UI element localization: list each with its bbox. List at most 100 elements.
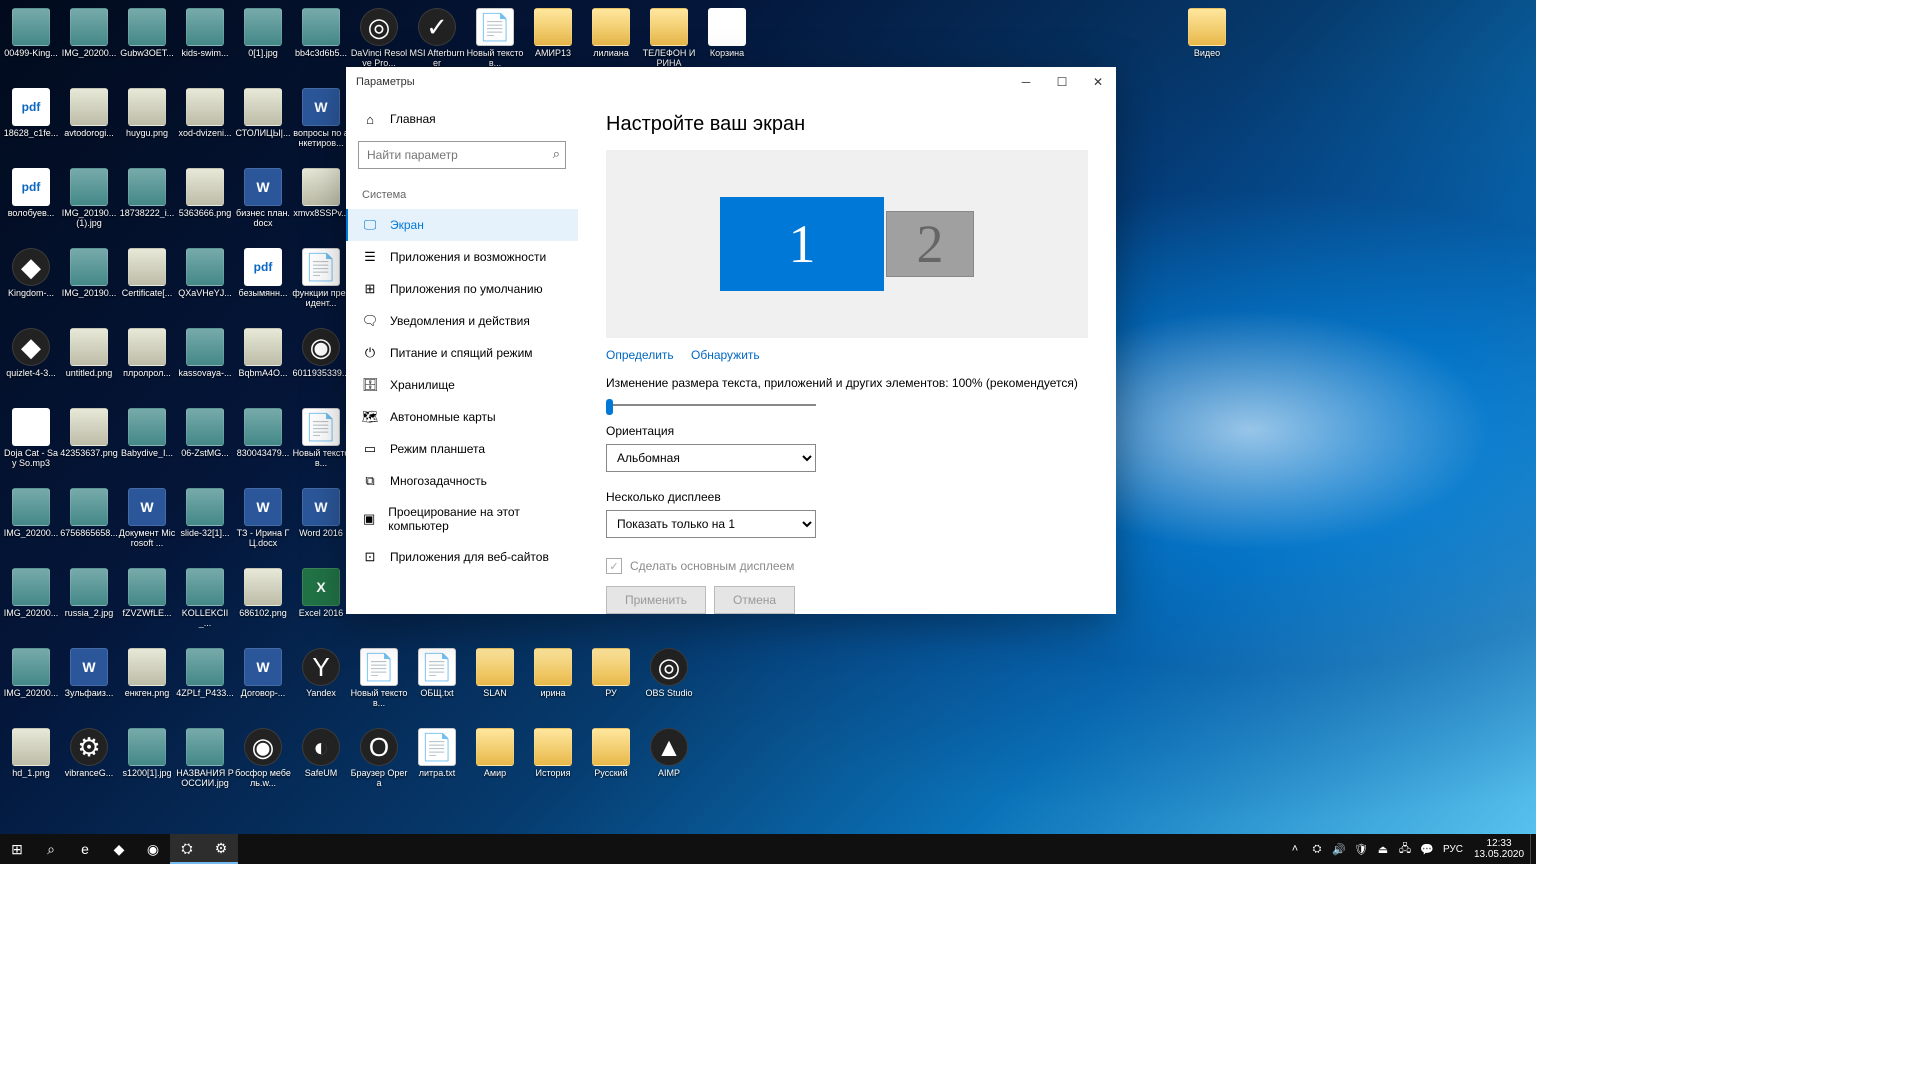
- desktop-icon[interactable]: WЗульфаиз...: [60, 648, 118, 698]
- taskbar-search[interactable]: ⌕: [34, 834, 68, 864]
- desktop-icon[interactable]: 🗑Корзина: [698, 8, 756, 58]
- taskbar-settings[interactable]: ⚙: [204, 834, 238, 864]
- desktop-icon[interactable]: SLAN: [466, 648, 524, 698]
- desktop-icon[interactable]: 📄Новый текстов...: [292, 408, 350, 468]
- orientation-select[interactable]: Альбомная: [606, 444, 816, 472]
- tray-up[interactable]: ˄: [1284, 834, 1306, 864]
- desktop-icon[interactable]: s1200[1].jpg: [118, 728, 176, 778]
- desktop-icon[interactable]: IMG_20190...: [60, 248, 118, 298]
- sidebar-item-1[interactable]: ☰Приложения и возможности: [346, 241, 578, 273]
- sidebar-item-5[interactable]: 🗄Хранилище: [346, 369, 578, 401]
- taskbar-steam[interactable]: ⛭: [170, 834, 204, 864]
- desktop-icon[interactable]: История: [524, 728, 582, 778]
- desktop-icon[interactable]: QXaVHeYJ...: [176, 248, 234, 298]
- desktop-icon[interactable]: XExcel 2016: [292, 568, 350, 618]
- sidebar-item-0[interactable]: 🖵Экран: [346, 209, 578, 241]
- desktop-icon[interactable]: 📄Новый текстов...: [466, 8, 524, 68]
- desktop-icon[interactable]: НАЗВАНИЯ РОССИИ.jpg: [176, 728, 234, 788]
- desktop-icon[interactable]: 42353637.png: [60, 408, 118, 458]
- multidisplay-select[interactable]: Показать только на 1: [606, 510, 816, 538]
- desktop-icon[interactable]: WWord 2016: [292, 488, 350, 538]
- tray-volume[interactable]: 🔊: [1328, 834, 1350, 864]
- monitor-1[interactable]: 1: [720, 197, 884, 291]
- desktop[interactable]: 00499-King...IMG_20200...Gubw3OET...kids…: [0, 0, 1536, 864]
- desktop-icon[interactable]: ◎DaVinci Resolve Pro...: [350, 8, 408, 68]
- sidebar-item-7[interactable]: ▭Режим планшета: [346, 433, 578, 465]
- desktop-icon[interactable]: 5363666.png: [176, 168, 234, 218]
- desktop-icon[interactable]: 18738222_i...: [118, 168, 176, 218]
- desktop-icon[interactable]: 📄литра.txt: [408, 728, 466, 778]
- sidebar-home[interactable]: ⌂ Главная: [346, 103, 578, 135]
- desktop-icon[interactable]: BqbmA4O...: [234, 328, 292, 378]
- desktop-icon[interactable]: ◎OBS Studio: [640, 648, 698, 698]
- desktop-icon[interactable]: 830043479...: [234, 408, 292, 458]
- monitor-2[interactable]: 2: [886, 211, 974, 277]
- desktop-icon[interactable]: 6756865658...: [60, 488, 118, 538]
- desktop-icon[interactable]: YYandex: [292, 648, 350, 698]
- desktop-icon[interactable]: 📄функции президент...: [292, 248, 350, 308]
- desktop-icon[interactable]: ◆Kingdom-...: [2, 248, 60, 298]
- desktop-icon[interactable]: Амир: [466, 728, 524, 778]
- desktop-icon[interactable]: РУ: [582, 648, 640, 698]
- desktop-icon[interactable]: ⚙vibranceG...: [60, 728, 118, 778]
- tray-defender[interactable]: 🛡: [1350, 834, 1372, 864]
- desktop-icon[interactable]: ◉6011935339...: [292, 328, 350, 378]
- sidebar-item-2[interactable]: ⊞Приложения по умолчанию: [346, 273, 578, 305]
- show-desktop-button[interactable]: [1530, 834, 1536, 864]
- tray-usb[interactable]: ⏏: [1372, 834, 1394, 864]
- desktop-icon[interactable]: IMG_20200...: [60, 8, 118, 58]
- desktop-icon[interactable]: енкген.png: [118, 648, 176, 698]
- desktop-icon[interactable]: kassovaya-...: [176, 328, 234, 378]
- desktop-icon[interactable]: 📄Новый текстов...: [350, 648, 408, 708]
- desktop-icon[interactable]: IMG_20200...: [2, 568, 60, 618]
- maximize-button[interactable]: ☐: [1044, 67, 1080, 97]
- desktop-icon[interactable]: ирина: [524, 648, 582, 698]
- sidebar-item-6[interactable]: 🗺Автономные карты: [346, 401, 578, 433]
- desktop-icon[interactable]: pdfволобуев...: [2, 168, 60, 218]
- desktop-icon[interactable]: Русский: [582, 728, 640, 778]
- desktop-icon[interactable]: pdf18628_c1fe...: [2, 88, 60, 138]
- close-button[interactable]: ✕: [1080, 67, 1116, 97]
- desktop-icon[interactable]: 4ZPLf_P433...: [176, 648, 234, 698]
- desktop-icon[interactable]: 0[1].jpg: [234, 8, 292, 58]
- sidebar-item-4[interactable]: ⏻Питание и спящий режим: [346, 337, 578, 369]
- language-indicator[interactable]: РУС: [1438, 834, 1468, 864]
- desktop-icon[interactable]: WДокумент Microsoft ...: [118, 488, 176, 548]
- desktop-icon[interactable]: Wвопросы по анкетиров...: [292, 88, 350, 148]
- desktop-icon[interactable]: лилиана: [582, 8, 640, 58]
- desktop-icon[interactable]: russia_2.jpg: [60, 568, 118, 618]
- identify-link[interactable]: Определить: [606, 348, 674, 362]
- desktop-icon[interactable]: fZVZWfLE...: [118, 568, 176, 618]
- desktop-icon[interactable]: 686102.png: [234, 568, 292, 618]
- desktop-icon[interactable]: WТЗ - Ирина ГЦ.docx: [234, 488, 292, 548]
- tray-network[interactable]: 🖧: [1394, 834, 1416, 864]
- desktop-icon[interactable]: ТЕЛЕФОН ИРИНА: [640, 8, 698, 68]
- desktop-icon[interactable]: Gubw3OET...: [118, 8, 176, 58]
- content-scrollbar[interactable]: [1110, 97, 1116, 614]
- taskbar-chrome[interactable]: ◉: [136, 834, 170, 864]
- desktop-icon[interactable]: Babydive_I...: [118, 408, 176, 458]
- sidebar-item-10[interactable]: ⊡Приложения для веб-сайтов: [346, 541, 578, 573]
- desktop-icon[interactable]: OБраузер Opera: [350, 728, 408, 788]
- titlebar[interactable]: Параметры ─ ☐ ✕: [346, 67, 1116, 97]
- sidebar-item-9[interactable]: ▣Проецирование на этот компьютер: [346, 497, 578, 541]
- desktop-icon[interactable]: Certificate[...: [118, 248, 176, 298]
- sidebar-item-3[interactable]: 🗨Уведомления и действия: [346, 305, 578, 337]
- desktop-icon[interactable]: ◐SafeUM: [292, 728, 350, 778]
- desktop-icon[interactable]: плролрол...: [118, 328, 176, 378]
- taskbar-edge[interactable]: e: [68, 834, 102, 864]
- desktop-icon[interactable]: avtodorogi...: [60, 88, 118, 138]
- desktop-icon[interactable]: Видео: [1178, 8, 1236, 58]
- desktop-icon[interactable]: KOLLEKCII_...: [176, 568, 234, 628]
- taskbar-start[interactable]: ⊞: [0, 834, 34, 864]
- detect-link[interactable]: Обнаружить: [691, 348, 760, 362]
- display-arrangement[interactable]: 1 2: [606, 150, 1088, 338]
- desktop-icon[interactable]: ♪Doja Cat - Say So.mp3: [2, 408, 60, 468]
- desktop-icon[interactable]: slide-32[1]...: [176, 488, 234, 538]
- desktop-icon[interactable]: ✓MSI Afterburner: [408, 8, 466, 68]
- desktop-icon[interactable]: IMG_20200...: [2, 648, 60, 698]
- clock[interactable]: 12:33 13.05.2020: [1468, 834, 1530, 864]
- desktop-icon[interactable]: WДоговор-...: [234, 648, 292, 698]
- desktop-icon[interactable]: АМИР13: [524, 8, 582, 58]
- desktop-icon[interactable]: IMG_20190... (1).jpg: [60, 168, 118, 228]
